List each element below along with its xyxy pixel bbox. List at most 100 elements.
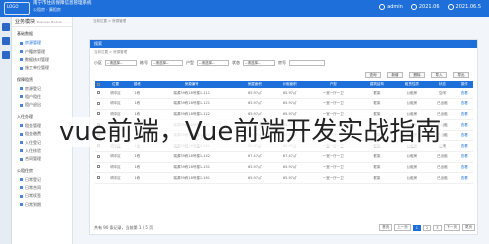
page-3[interactable]: 3 <box>433 224 442 231</box>
page-next[interactable]: 下一页 <box>443 224 460 231</box>
sidebar-item[interactable]: 数据核对管理 <box>12 56 72 64</box>
sidebar-item[interactable]: 租户租住 <box>12 93 72 101</box>
table-row[interactable]: 明中区 1栋 瑞源39栋18号楼1-111 65.97㎡ 65.97㎡ 一室一厅一卫 框架公… <box>95 88 473 100</box>
building-select[interactable]: --请选择-- <box>151 60 183 66</box>
sidebar-item[interactable]: 日常合同 <box>12 184 72 192</box>
sidebar-item[interactable]: 入住核验 <box>12 147 72 155</box>
page-1[interactable]: 1 <box>412 224 422 231</box>
row-action-link[interactable]: 查看 <box>455 162 473 174</box>
table-cell: 1栋 <box>128 98 147 110</box>
export-button[interactable]: 导出 <box>453 72 469 78</box>
col-header: 计租面积 <box>272 81 308 88</box>
table-cell: 65.97㎡ <box>272 88 308 100</box>
table-cell: 瑞源39栋18号楼1-121 <box>146 98 238 110</box>
table-row[interactable]: 明中区 1栋 瑞源39栋18号楼1-142 67.47㎡ 67.47㎡ 一室一厅一卫 框架公… <box>95 151 473 163</box>
logo: LOGO <box>4 2 30 15</box>
table-cell: 65.97㎡ <box>272 172 308 184</box>
brand: 南宁市住房保障信息管理系统 公租房 · 廉租房 <box>33 1 92 13</box>
row-action-link[interactable]: 查看 <box>455 151 473 163</box>
row-action-link[interactable]: 查看 <box>455 119 473 131</box>
sidebar-item[interactable]: 房源登记 <box>12 85 72 93</box>
filter-bar: 小区 --请选择-- 栋号 --请选择-- 户型 --请选择-- 状态 --请选… <box>90 57 477 69</box>
table-cell: 67.47㎡ <box>272 151 308 163</box>
district-label: 小区 <box>94 60 102 65</box>
row-select-cell[interactable] <box>95 98 103 110</box>
table-cell: 65.97㎡ <box>272 98 308 110</box>
page-2[interactable]: 2 <box>423 224 432 231</box>
table-cell: 公租房 <box>394 151 430 163</box>
row-action-link[interactable]: 查看 <box>455 98 473 110</box>
table-row[interactable]: 明中区 1栋 瑞源39栋18号楼1-121 65.97㎡ 65.97㎡ 一室一厅一卫 框架公… <box>95 98 473 110</box>
status-label: 状态 <box>232 60 240 65</box>
top-bar: LOGO 南宁市住房保障信息管理系统 公租房 · 廉租房 admin 2021.… <box>0 0 489 17</box>
col-header: 操作 <box>455 81 473 88</box>
sidebar-item[interactable]: 日常登记 <box>12 176 72 184</box>
col-header: 状态 <box>429 81 456 88</box>
row-select-cell[interactable] <box>95 151 103 163</box>
sidebar-item[interactable]: 施工单位管理 <box>12 64 72 72</box>
col-header: 房屋面积 <box>237 81 273 88</box>
overlay-caption: vue前端，Vue前端开发实战指南 <box>57 117 444 147</box>
sidebar-subtitle: Business Module <box>36 20 62 24</box>
sidebar-item[interactable]: 日常续签 <box>12 192 72 200</box>
row-action-link[interactable]: 查看 <box>455 88 473 100</box>
import-button[interactable]: 导入 <box>431 72 447 78</box>
table-cell: 瑞源39栋18号楼1-111 <box>146 88 238 100</box>
add-button[interactable]: 新增 <box>387 72 403 78</box>
clock-icon <box>410 4 417 10</box>
top-right-info: admin 2021.06 2021.06.5 <box>379 4 481 10</box>
page-last[interactable]: 尾页 <box>462 224 475 231</box>
type-select[interactable]: --请选择-- <box>197 60 229 66</box>
icon-rail <box>0 17 12 244</box>
row-select-cell[interactable] <box>95 162 103 174</box>
row-checkbox[interactable] <box>97 176 101 180</box>
table-cell: 一室一厅一卫 <box>307 162 360 174</box>
table-cell: 已出租 <box>429 98 456 110</box>
row-checkbox[interactable] <box>97 91 101 95</box>
sidebar-item[interactable]: 租户退出 <box>12 101 72 109</box>
row-action-link[interactable]: 查看 <box>455 140 473 153</box>
brand-subtitle: 公租房 · 廉租房 <box>33 7 61 12</box>
row-checkbox[interactable] <box>97 165 101 169</box>
table-cell: 框架 <box>359 151 395 163</box>
row-checkbox[interactable] <box>97 154 101 158</box>
table-cell: 1栋 <box>128 88 147 100</box>
sidebar-group: 保障租赁 房源登记 租户租住 租户退出 <box>12 75 72 110</box>
sidebar-group-title[interactable]: 保障租赁 <box>12 75 72 85</box>
row-checkbox[interactable] <box>97 101 101 105</box>
table-row[interactable]: 明中区 1栋 瑞源39栋18号楼1-161 65.97㎡ 65.97㎡ 一室一厅一卫 框架公… <box>95 172 473 184</box>
row-action-link[interactable]: 查看 <box>455 109 473 121</box>
table-row[interactable]: 明中区 1栋 瑞源39栋18号楼1-151 65.97㎡ 65.97㎡ 一室一厅一卫 框架公… <box>95 162 473 174</box>
gear-icon[interactable] <box>1 37 10 45</box>
room-input[interactable] <box>289 60 325 66</box>
sidebar-item[interactable]: 户籍房管理 <box>12 47 72 55</box>
select-all-checkbox[interactable] <box>97 82 101 86</box>
sidebar-item[interactable]: 合同管理 <box>12 155 72 163</box>
row-action-link[interactable]: 查看 <box>455 130 473 142</box>
module-icon[interactable] <box>1 23 10 31</box>
user-menu[interactable]: admin <box>379 4 403 10</box>
date-2: 2021.06.5 <box>447 4 481 10</box>
col-header: 位置 <box>102 81 129 88</box>
sidebar-item[interactable]: 房源管理 <box>12 39 72 47</box>
table-cell: 65.97㎡ <box>237 162 273 174</box>
row-select-cell[interactable] <box>95 172 103 184</box>
sidebar-group-title[interactable]: 公租住房 <box>12 166 72 176</box>
room-label: 房号 <box>278 60 286 65</box>
table-cell: 公租房 <box>394 162 430 174</box>
row-checkbox[interactable] <box>97 112 101 116</box>
page-prev[interactable]: 上一页 <box>394 224 411 231</box>
sidebar-group-title[interactable]: 基础数据 <box>12 29 72 39</box>
col-header: 楼栋 <box>128 81 147 88</box>
row-action-link[interactable]: 查看 <box>455 172 473 184</box>
grid-icon[interactable] <box>1 51 10 59</box>
table-cell: 空闲 <box>429 88 456 100</box>
district-select[interactable]: --请选择-- <box>105 60 137 66</box>
row-select-cell[interactable] <box>95 88 103 100</box>
delete-button[interactable]: 删除 <box>409 72 425 78</box>
table-cell: 一室一厅一卫 <box>307 88 360 100</box>
status-select[interactable]: --请选择-- <box>243 60 275 66</box>
page-first[interactable]: 首页 <box>379 224 393 231</box>
search-button[interactable]: 查询 <box>365 72 381 78</box>
sidebar-item[interactable]: 日常到期 <box>12 201 72 209</box>
